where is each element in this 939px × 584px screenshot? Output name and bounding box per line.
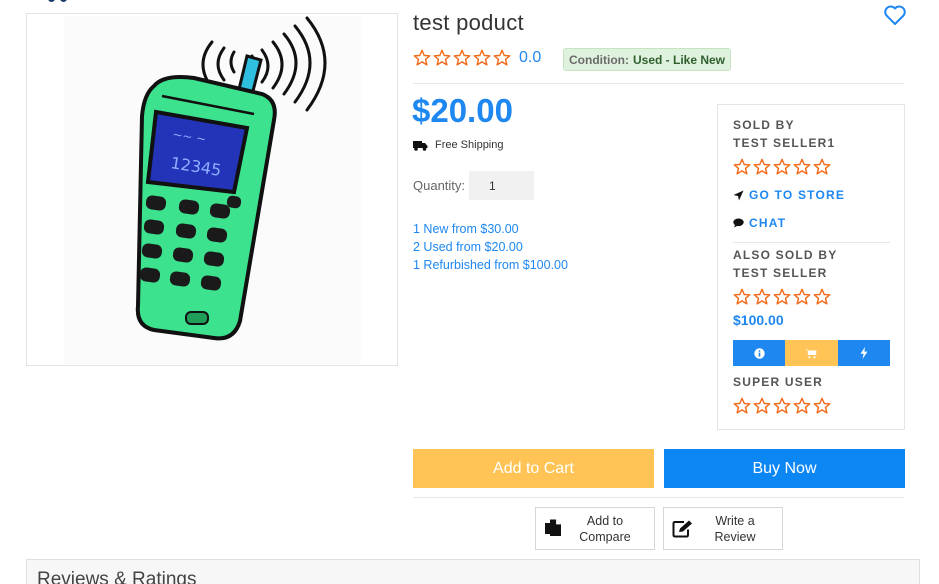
- star-icon: [773, 158, 791, 175]
- wishlist-heart-icon[interactable]: [883, 4, 907, 26]
- compare-line-2: Compare: [579, 529, 631, 544]
- star-icon: [413, 49, 431, 66]
- also-seller-actions: [733, 340, 890, 366]
- cart-icon: [805, 348, 817, 358]
- next-seller-rating-stars: [733, 397, 831, 415]
- also-sold-by-label: ALSO SOLD BY: [733, 248, 838, 262]
- star-icon: [733, 288, 751, 305]
- star-icon: [753, 158, 771, 175]
- condition-label: Condition:: [569, 52, 629, 67]
- review-line-2: Review: [714, 529, 756, 544]
- star-icon: [773, 397, 791, 414]
- star-icon: [753, 288, 771, 305]
- write-review-label: Write a Review: [694, 513, 782, 545]
- star-icon: [813, 158, 831, 175]
- divider: [413, 83, 904, 84]
- star-icon: [813, 288, 831, 305]
- seller-name[interactable]: TEST SELLER1: [733, 136, 835, 150]
- condition-badge: Condition: Used - Like New: [563, 48, 732, 71]
- star-icon: [793, 288, 811, 305]
- rating-value: 0.0: [519, 49, 542, 66]
- rating-stars[interactable]: [413, 49, 511, 67]
- go-to-store-link[interactable]: GO TO STORE: [733, 188, 845, 202]
- also-seller-rating-stars: [733, 288, 831, 306]
- seller-buy-now-button[interactable]: [837, 340, 890, 366]
- next-seller-name[interactable]: SUPER USER: [733, 375, 823, 389]
- offer-used-link[interactable]: 2 Used from $20.00: [413, 238, 568, 256]
- write-review-button[interactable]: Write a Review: [663, 507, 783, 550]
- chat-bubble-icon: [733, 218, 744, 228]
- also-seller-name[interactable]: TEST SELLER: [733, 266, 828, 280]
- offer-refurbished-link[interactable]: 1 Refurbished from $100.00: [413, 256, 568, 274]
- reviews-title: Reviews & Ratings: [37, 569, 197, 584]
- quantity-row: Quantity:: [413, 171, 535, 200]
- divider: [733, 242, 890, 243]
- edit-icon: [672, 520, 692, 537]
- star-icon: [813, 397, 831, 414]
- seller-panel: SOLD BY TEST SELLER1 GO TO STORE CHAT AL…: [717, 104, 905, 430]
- offer-new-link[interactable]: 1 New from $30.00: [413, 220, 568, 238]
- star-icon: [733, 397, 751, 414]
- header-logo-fragment: [48, 0, 78, 4]
- product-price: $20.00: [412, 92, 513, 129]
- review-line-1: Write a: [715, 513, 755, 528]
- product-image-frame: ~~ ~ 12345: [26, 13, 398, 366]
- other-offers: 1 New from $30.00 2 Used from $20.00 1 R…: [413, 220, 568, 274]
- star-icon: [433, 49, 451, 66]
- phone-illustration: ~~ ~ 12345: [135, 16, 327, 341]
- compare-line-1: Add to: [586, 513, 624, 528]
- reviews-section: Reviews & Ratings: [26, 559, 920, 584]
- quantity-label: Quantity:: [413, 178, 466, 193]
- star-icon: [753, 397, 771, 414]
- star-icon: [733, 158, 751, 175]
- shipping-info: Free Shipping: [413, 139, 504, 151]
- divider: [413, 497, 904, 498]
- star-icon: [473, 49, 491, 66]
- star-icon: [453, 49, 471, 66]
- seller-info-button[interactable]: [733, 340, 786, 366]
- quantity-input[interactable]: [469, 171, 535, 200]
- buy-now-button[interactable]: Buy Now: [664, 449, 905, 488]
- condition-value: Used - Like New: [632, 52, 726, 67]
- star-icon: [773, 288, 791, 305]
- chat-text: CHAT: [749, 216, 787, 230]
- truck-icon: [413, 140, 428, 151]
- also-seller-price: $100.00: [733, 312, 784, 328]
- star-icon: [793, 397, 811, 414]
- seller-rating-stars: [733, 158, 831, 176]
- star-icon: [793, 158, 811, 175]
- add-to-compare-button[interactable]: Add to Compare: [535, 507, 655, 550]
- go-to-store-text: GO TO STORE: [749, 188, 846, 202]
- product-title: test poduct: [413, 10, 524, 35]
- chat-link[interactable]: CHAT: [733, 216, 786, 230]
- location-arrow-icon: [733, 190, 744, 200]
- product-image[interactable]: ~~ ~ 12345: [64, 16, 361, 364]
- add-to-compare-label: Add to Compare: [562, 513, 654, 545]
- star-icon: [493, 49, 511, 66]
- info-icon: [753, 347, 765, 359]
- add-to-cart-button[interactable]: Add to Cart: [413, 449, 654, 488]
- product-rating: 0.0: [413, 49, 541, 67]
- lightning-icon: [860, 347, 868, 359]
- copy-icon: [545, 519, 561, 536]
- seller-add-to-cart-button[interactable]: [785, 340, 838, 366]
- shipping-text: Free Shipping: [435, 139, 504, 151]
- sold-by-label: SOLD BY: [733, 118, 795, 132]
